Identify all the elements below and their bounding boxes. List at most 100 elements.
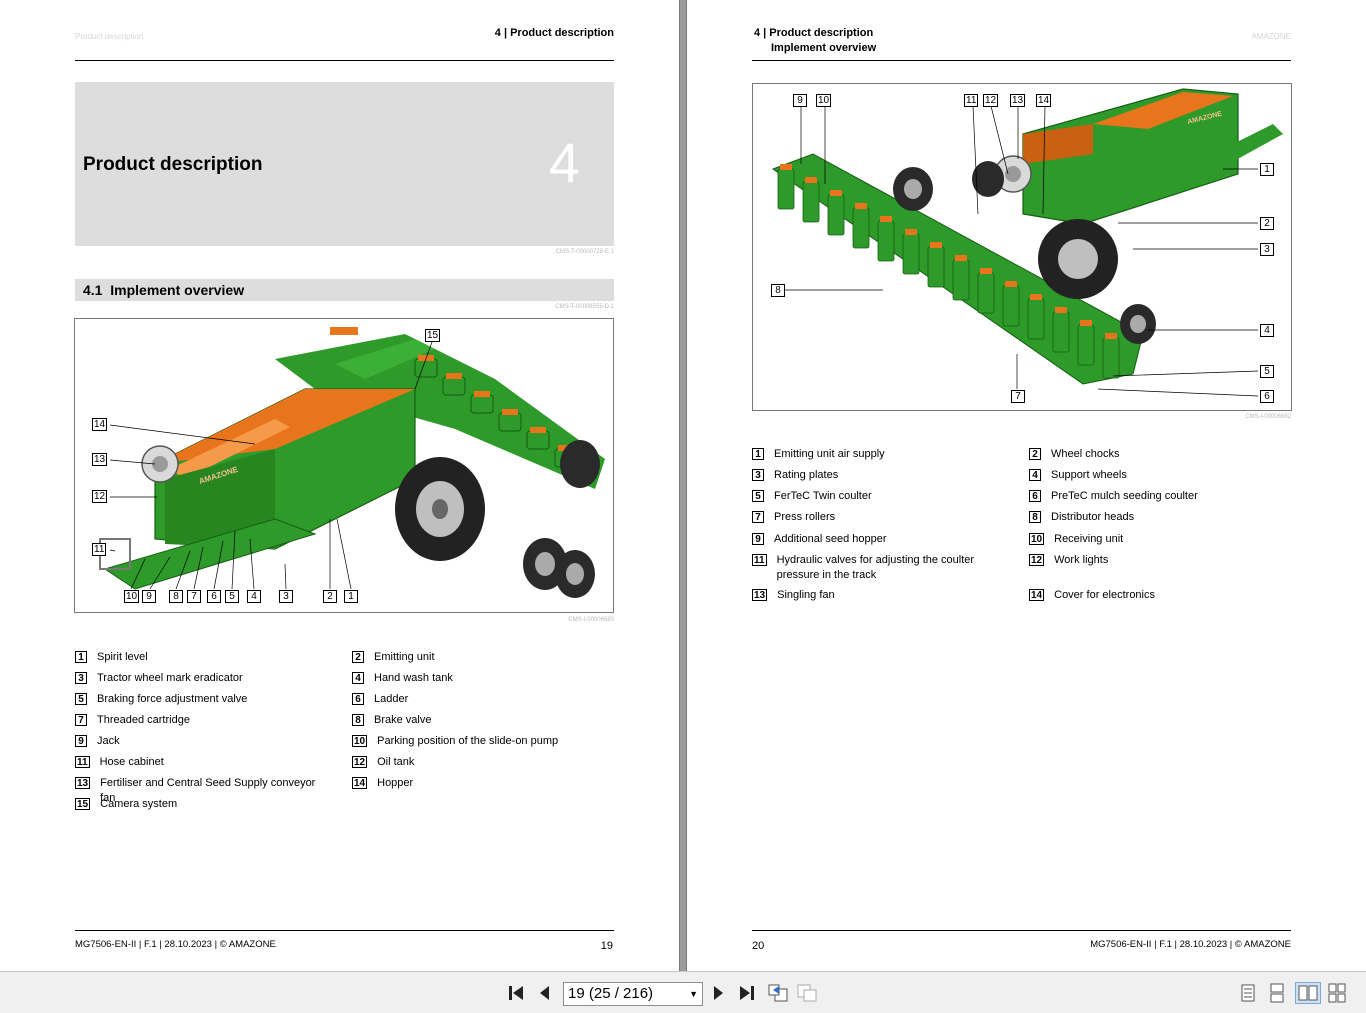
last-page-button[interactable] — [737, 982, 757, 1004]
legend-item: 9 Additional seed hopper — [752, 532, 1004, 547]
legend-item: 1 Emitting unit air supply — [752, 447, 1004, 462]
legend-item: 8 Brake valve — [352, 713, 604, 728]
page-number-field[interactable]: 19 (25 / 216) ▼ — [563, 982, 703, 1006]
page-gutter — [679, 0, 687, 971]
legend-item: 6 PreTeC mulch seeding coulter — [1029, 489, 1281, 504]
callout-6: 6 — [207, 590, 221, 603]
callout-3: 3 — [1260, 243, 1274, 256]
facing-pages-view-button[interactable] — [1295, 982, 1321, 1004]
footer-rule — [752, 930, 1291, 931]
legend-item: 7 Press rollers — [752, 510, 1004, 525]
legend-item: 12 Work lights — [1029, 554, 1109, 566]
page-subheader: Implement overview — [771, 42, 877, 54]
implement-figure-front: AMAZONE 9 10 11 12 13 14 1 2 3 8 4 5 6 7 — [752, 83, 1292, 411]
legend-item: 9 Jack — [75, 734, 327, 749]
callout-7: 7 — [1011, 390, 1025, 403]
callout-4: 4 — [1260, 324, 1274, 337]
callout-13: 13 — [1010, 94, 1026, 107]
callout-12: 12 — [983, 94, 999, 107]
section-heading: 4.1 Implement overview — [83, 282, 245, 298]
callout-11: 11 — [964, 94, 979, 107]
legend-item: 13 Singling fan — [752, 589, 835, 601]
callout-11: 11 — [92, 543, 107, 556]
page-header: 4 | Product description — [494, 27, 614, 39]
callout-5: 5 — [1260, 365, 1274, 378]
first-page-icon — [509, 986, 523, 1000]
callout-7: 7 — [187, 590, 201, 603]
section-doc-id: CMS-T-00008555-D.1 — [555, 304, 614, 310]
seed-drill-illustration: AMAZONE — [99, 327, 605, 598]
ghost-header: Product description — [75, 32, 144, 41]
single-page-view-button[interactable] — [1238, 982, 1258, 1004]
next-page-button[interactable] — [710, 982, 728, 1004]
next-view-icon — [797, 984, 817, 1002]
continuous-view-icon — [1270, 983, 1284, 1003]
previous-page-button[interactable] — [535, 982, 553, 1004]
chapter-title: Product description — [83, 154, 263, 175]
legend-item: 8 Distributor heads — [1029, 510, 1281, 525]
continuous-facing-view-button[interactable] — [1326, 982, 1348, 1004]
callout-12: 12 — [92, 490, 108, 503]
page-header: 4 | Product description — [754, 27, 874, 39]
figure-doc-id: CMS-I-00006683 — [568, 617, 614, 623]
implement-figure-rear: AMAZONE 15 14 13 12 11 10 9 8 7 6 5 4 3 … — [74, 318, 614, 613]
callout-10: 10 — [816, 94, 832, 107]
callout-14: 14 — [1036, 94, 1052, 107]
next-page-icon — [714, 986, 723, 1000]
callout-1: 1 — [344, 590, 358, 603]
figure-doc-id: CMS-I-00006682 — [1245, 414, 1291, 420]
chapter-doc-id: CMS-T-00000728-E.1 — [555, 249, 614, 255]
header-rule — [75, 60, 614, 61]
callout-5: 5 — [225, 590, 239, 603]
callout-9: 9 — [793, 94, 807, 107]
callout-13: 13 — [92, 453, 108, 466]
callout-14: 14 — [92, 418, 108, 431]
footer-rule — [75, 930, 614, 931]
page-number: 19 — [600, 940, 613, 952]
chapter-banner: Product description 4 — [75, 82, 614, 246]
callout-6: 6 — [1260, 390, 1274, 403]
legend-item: 14 Hopper — [352, 777, 414, 789]
legend-item: 3 Tractor wheel mark eradicator — [75, 671, 327, 686]
callout-3: 3 — [279, 590, 293, 603]
first-page-button[interactable] — [506, 982, 526, 1004]
next-view-button[interactable] — [795, 982, 819, 1004]
right-page: 4 | Product description Implement overvi… — [687, 0, 1366, 971]
callout-1: 1 — [1260, 163, 1274, 176]
callout-9: 9 — [142, 590, 156, 603]
previous-page-icon — [540, 986, 549, 1000]
legend-item: 11 Hydraulic valves for adjusting the cou… — [752, 554, 975, 581]
legend-item: 3 Rating plates — [752, 468, 1004, 483]
callout-15: 15 — [425, 329, 441, 342]
section-banner: 4.1 Implement overview — [75, 279, 614, 301]
chevron-down-icon[interactable]: ▼ — [689, 983, 698, 1005]
legend-item: 14 Cover for electronics — [1029, 589, 1155, 601]
header-rule — [752, 60, 1291, 61]
legend-item: 6 Ladder — [352, 692, 604, 707]
viewer-toolbar: 19 (25 / 216) ▼ — [0, 971, 1366, 1013]
single-page-view-icon — [1241, 984, 1255, 1002]
page-number: 20 — [752, 940, 765, 952]
continuous-view-button[interactable] — [1267, 982, 1287, 1004]
legend-item: 7 Threaded cartridge — [75, 713, 327, 728]
left-page: Product description 4 | Product descript… — [0, 0, 679, 971]
previous-view-icon — [768, 984, 788, 1002]
callout-10: 10 — [124, 590, 140, 603]
facing-pages-view-icon — [1298, 985, 1318, 1001]
page-footer: MG7506-EN-II | F.1 | 28.10.2023 | © AMAZ… — [75, 939, 276, 950]
legend-item: 4 Hand wash tank — [352, 671, 604, 686]
chapter-number: 4 — [548, 131, 580, 194]
seed-drill-illustration: AMAZONE — [771, 88, 1283, 397]
legend-item: 2 Emitting unit — [352, 650, 604, 665]
legend-item: 5 Braking force adjustment valve — [75, 692, 327, 707]
legend-item: 12 Oil tank — [352, 756, 415, 768]
callout-4: 4 — [247, 590, 261, 603]
legend-item: 4 Support wheels — [1029, 468, 1281, 483]
ghost-header: AMAZONE — [1251, 32, 1291, 41]
legend-item: 10 Parking position of the slide-on pump — [352, 735, 559, 747]
legend-item: 2 Wheel chocks — [1029, 447, 1281, 462]
previous-view-button[interactable] — [766, 982, 790, 1004]
callout-2: 2 — [1260, 217, 1274, 230]
legend-item: 1 Spirit level — [75, 650, 327, 665]
legend-item: 10 Receiving unit — [1029, 533, 1124, 545]
